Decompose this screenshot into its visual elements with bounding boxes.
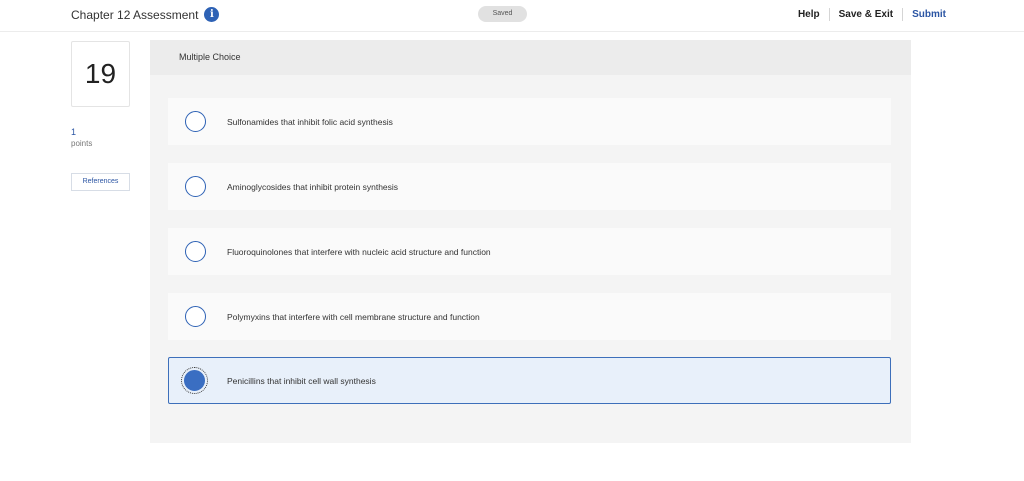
radio-button[interactable]	[185, 111, 206, 132]
answer-option-1[interactable]: Sulfonamides that inhibit folic acid syn…	[168, 98, 891, 145]
answer-option-label: Sulfonamides that inhibit folic acid syn…	[227, 117, 393, 127]
assessment-title: Chapter 12 Assessment i	[71, 7, 220, 22]
question-number: 19	[71, 41, 130, 107]
radio-button-selected[interactable]	[181, 367, 208, 394]
points-label: points	[71, 139, 93, 148]
answer-option-label: Penicillins that inhibit cell wall synth…	[227, 376, 376, 386]
info-icon[interactable]: i	[204, 7, 220, 22]
answer-option-label: Fluoroquinolones that interfere with nuc…	[227, 247, 491, 257]
radio-button[interactable]	[185, 241, 206, 262]
question-type-label: Multiple Choice	[179, 52, 241, 62]
answer-option-4[interactable]: Polymyxins that interfere with cell memb…	[168, 293, 891, 340]
answer-option-label: Polymyxins that interfere with cell memb…	[227, 312, 480, 322]
points-value: 1	[71, 127, 77, 137]
save-exit-link[interactable]: Save & Exit	[830, 9, 902, 20]
answer-option-label: Aminoglycosides that inhibit protein syn…	[227, 182, 399, 192]
assessment-title-text: Chapter 12 Assessment	[71, 7, 199, 22]
top-bar: Chapter 12 Assessment i Saved Help Save …	[0, 0, 1024, 32]
radio-button[interactable]	[185, 306, 206, 327]
references-button[interactable]: References	[71, 173, 130, 191]
question-type-header: Multiple Choice	[150, 40, 911, 75]
submit-link[interactable]: Submit	[903, 9, 946, 20]
help-link[interactable]: Help	[789, 9, 829, 20]
answer-option-3[interactable]: Fluoroquinolones that interfere with nuc…	[168, 228, 891, 275]
answer-option-2[interactable]: Aminoglycosides that inhibit protein syn…	[168, 163, 891, 210]
saved-status-badge: Saved	[478, 6, 527, 22]
radio-button[interactable]	[185, 176, 206, 197]
header-nav: Help Save & Exit Submit	[789, 8, 946, 21]
answer-option-5[interactable]: Penicillins that inhibit cell wall synth…	[168, 357, 891, 404]
